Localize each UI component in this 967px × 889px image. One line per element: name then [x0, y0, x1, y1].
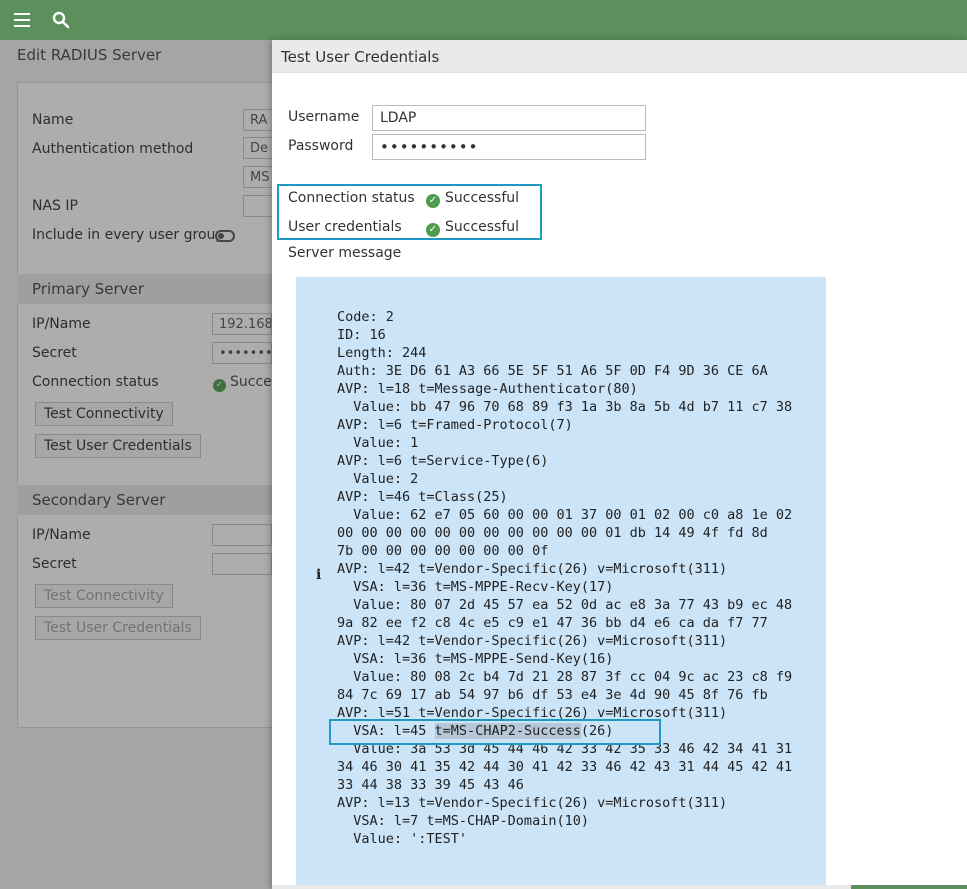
user-credentials-text: Successful [445, 219, 520, 235]
message-line: Value: 80 08 2c b4 7d 21 28 87 3f cc 04 … [337, 669, 793, 685]
message-line: Value: 62 e7 05 60 00 00 01 37 00 01 02 … [337, 507, 793, 523]
user-credentials-label: User credentials [288, 219, 402, 235]
connection-status-text: Successful [445, 190, 520, 206]
message-line: 33 44 38 33 39 45 43 46 [337, 777, 524, 793]
message-line: Value: 80 07 2d 45 57 ea 52 0d ac e8 3a … [337, 597, 793, 613]
message-line: 9a 82 ee f2 c8 4c e5 c9 e1 47 36 bb d4 e… [337, 615, 768, 631]
message-line: VSA: l=7 t=MS-CHAP-Domain(10) [337, 813, 589, 829]
search-icon[interactable] [52, 11, 70, 29]
panel-header: Test User Credentials [272, 40, 967, 73]
message-line: Value: ':TEST' [337, 831, 468, 847]
message-line: Value: bb 47 96 70 68 89 f3 1a 3b 8a 5b … [337, 399, 793, 415]
message-line: ID: 16 [337, 327, 386, 343]
password-input[interactable]: •••••••••• [372, 134, 646, 160]
message-line: 7b 00 00 00 00 00 00 00 0f [337, 543, 549, 559]
modal-overlay[interactable] [0, 40, 272, 889]
message-line: AVP: l=46 t=Class(25) [337, 489, 508, 505]
user-credentials-value: ✓ Successful [426, 219, 519, 237]
message-line: AVP: l=6 t=Framed-Protocol(7) [337, 417, 573, 433]
panel-title: Test User Credentials [281, 48, 440, 66]
panel-footer-action[interactable] [851, 885, 967, 889]
message-line: AVP: l=13 t=Vendor-Specific(26) v=Micros… [337, 795, 728, 811]
info-icon: i [316, 567, 322, 583]
server-message-label: Server message [288, 245, 402, 261]
connection-status-label: Connection status [288, 190, 415, 206]
message-line: AVP: l=6 t=Service-Type(6) [337, 453, 549, 469]
vsa-highlight-box [329, 719, 661, 745]
server-message-text: Code: 2 ID: 16 Length: 244 Auth: 3E D6 61 A… [337, 308, 792, 848]
message-line: Length: 244 [337, 345, 427, 361]
message-line: AVP: l=18 t=Message-Authenticator(80) [337, 381, 638, 397]
username-label: Username [288, 109, 360, 125]
connection-status-value: ✓ Successful [426, 190, 519, 208]
message-line: VSA: l=36 t=MS-MPPE-Send-Key(16) [337, 651, 614, 667]
message-line: Auth: 3E D6 61 A3 66 5E 5F 51 A6 5F 0D F… [337, 363, 768, 379]
check-circle-icon: ✓ [426, 194, 440, 208]
message-line: Code: 2 [337, 309, 394, 325]
message-line: AVP: l=42 t=Vendor-Specific(26) v=Micros… [337, 633, 728, 649]
username-input[interactable]: LDAP [372, 105, 646, 131]
check-circle-icon: ✓ [426, 223, 440, 237]
message-line: Value: 1 [337, 435, 419, 451]
test-user-credentials-panel: Test User Credentials Username LDAP Pass… [272, 40, 967, 889]
message-line: 84 7c 69 17 ab 54 97 b6 df 53 e4 3e 4d 9… [337, 687, 768, 703]
password-label: Password [288, 138, 354, 154]
hamburger-menu-icon[interactable] [14, 13, 30, 27]
top-navigation-bar [0, 0, 967, 40]
message-line: 00 00 00 00 00 00 00 00 00 00 00 01 db 1… [337, 525, 768, 541]
message-line: 34 46 30 41 35 42 44 30 41 42 33 46 42 4… [337, 759, 793, 775]
message-line: AVP: l=42 t=Vendor-Specific(26) v=Micros… [337, 561, 728, 577]
message-line: Value: 2 [337, 471, 419, 487]
message-line: VSA: l=36 t=MS-MPPE-Recv-Key(17) [337, 579, 614, 595]
server-message-box: i Code: 2 ID: 16 Length: 244 Auth: 3E D6 61… [296, 277, 826, 889]
